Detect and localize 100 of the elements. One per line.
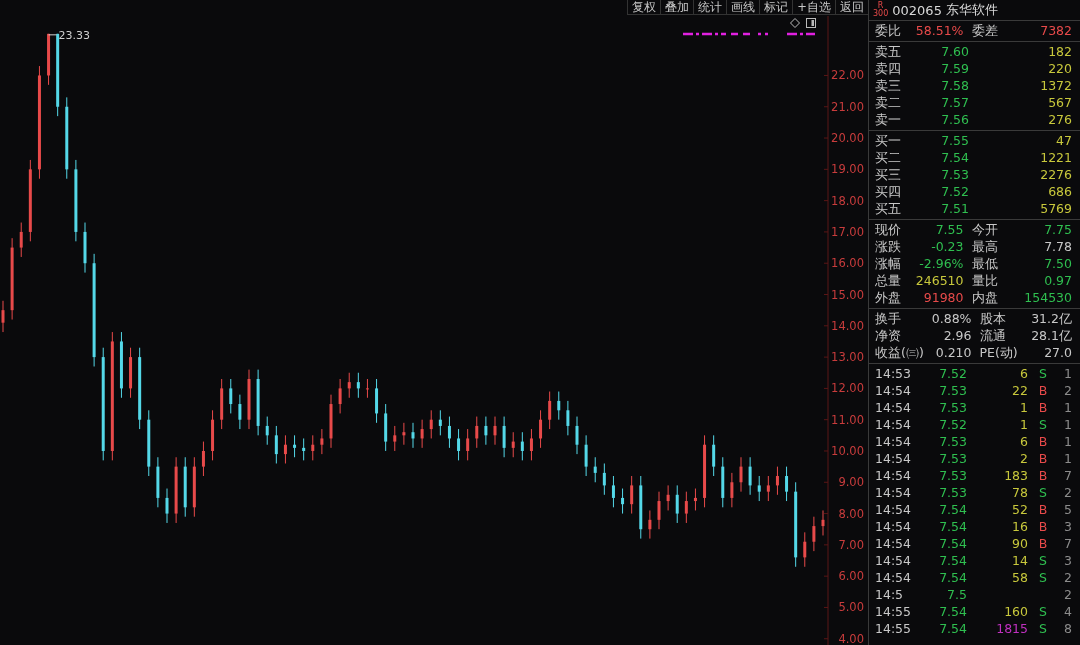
bid-label: 买三 [875,166,902,183]
candle [657,491,661,530]
candle [639,475,643,540]
candle [147,409,151,477]
field-value: 0.97 [1043,272,1072,289]
tick-count: 1 [1063,416,1072,433]
candle [529,428,533,461]
candle [611,475,615,508]
tick-side: B [1037,433,1049,450]
tick-volume: 1 [1019,416,1028,433]
tick-count: 3 [1063,552,1072,569]
ask-price: 7.56 [940,111,969,128]
tick-volume: 2 [1019,450,1028,467]
candle [539,409,543,449]
axis-label: 16.00 [831,256,864,271]
ask-label: 卖五 [875,43,902,60]
bid-price: 7.51 [940,200,969,217]
ask-volume: 276 [1047,111,1072,128]
tick-side: S [1038,365,1048,382]
bid-volume: 1221 [1039,149,1072,166]
field-label: 委比 [875,22,902,39]
field-label: 换手 [875,310,902,327]
tick-count: 7 [1063,467,1072,484]
candle [484,416,488,446]
tick-price: 7.53 [938,467,967,484]
tick-time: 14:55 [875,603,911,620]
candle [520,431,524,461]
field-label: 总量 [875,272,902,289]
candle [584,434,588,477]
field-value: 31.2亿 [1030,310,1072,327]
tick-time: 14:54 [875,450,911,467]
ask-label: 卖四 [875,60,902,77]
candle [438,409,442,436]
candle [220,378,224,430]
tick-time: 14:54 [875,382,911,399]
tick-volume: 58 [1011,569,1028,586]
candle [393,425,397,452]
field-label: 外盘 [875,289,902,306]
tick-time: 14:54 [875,484,911,501]
candle [675,484,679,524]
ask-label: 卖一 [875,111,902,128]
candle [119,331,123,399]
tick-time: 14:54 [875,518,911,535]
panel-icon[interactable] [806,18,816,28]
tick-price: 7.54 [938,603,967,620]
axis-label: 20.00 [831,131,864,146]
bid-volume: 686 [1047,183,1072,200]
ask-price: 7.58 [940,77,969,94]
axis-label: 4.00 [838,631,864,645]
bid-volume: 5769 [1039,200,1072,217]
candle [785,466,789,502]
candle [174,456,178,524]
field-label: PE(动) [978,344,1019,361]
tick-price: 7.54 [938,552,967,569]
candle [375,378,379,424]
field-label: 现价 [875,221,902,238]
tick-count: 7 [1063,535,1072,552]
tick-count: 2 [1063,382,1072,399]
candle [411,422,415,449]
field-label: 最低 [970,255,999,272]
tick-price: 7.52 [938,365,967,382]
tick-volume: 1 [1019,399,1028,416]
tick-volume: 78 [1011,484,1028,501]
diamond-icon[interactable] [790,18,800,28]
candle [602,463,606,496]
field-label: 股本 [978,310,1007,327]
candle [730,472,734,508]
candle [165,488,169,524]
candle [1,300,5,333]
candle [502,416,506,458]
bid-price: 7.54 [940,149,969,166]
candle [311,434,315,461]
field-label: 委差 [970,22,999,39]
tick-time: 14:54 [875,416,911,433]
axis-label: 13.00 [831,350,864,365]
candle [256,369,260,436]
candle [693,488,697,511]
ask-price: 7.59 [940,60,969,77]
candle [402,422,406,446]
bid-volume: 2276 [1039,166,1072,183]
field-value: 7.50 [1043,255,1072,272]
tick-time: 14:54 [875,501,911,518]
bid-volume: 47 [1055,132,1072,149]
tick-side: B [1037,467,1049,484]
candle [493,416,497,446]
tick-side: B [1037,535,1049,552]
axis-label: 9.00 [838,475,864,490]
bid-price: 7.52 [940,183,969,200]
candle [812,516,816,552]
tick-side: S [1038,484,1048,501]
tick-count: 1 [1063,450,1072,467]
badge-letter: R [877,2,884,10]
axis-label: 10.00 [831,444,864,458]
ask-volume: 220 [1047,60,1072,77]
candle [365,378,369,399]
ask-volume: 182 [1047,43,1072,60]
bid-price: 7.53 [940,166,969,183]
tick-volume: 160 [1003,603,1028,620]
tick-side: B [1037,450,1049,467]
field-label: 流通 [978,327,1007,344]
